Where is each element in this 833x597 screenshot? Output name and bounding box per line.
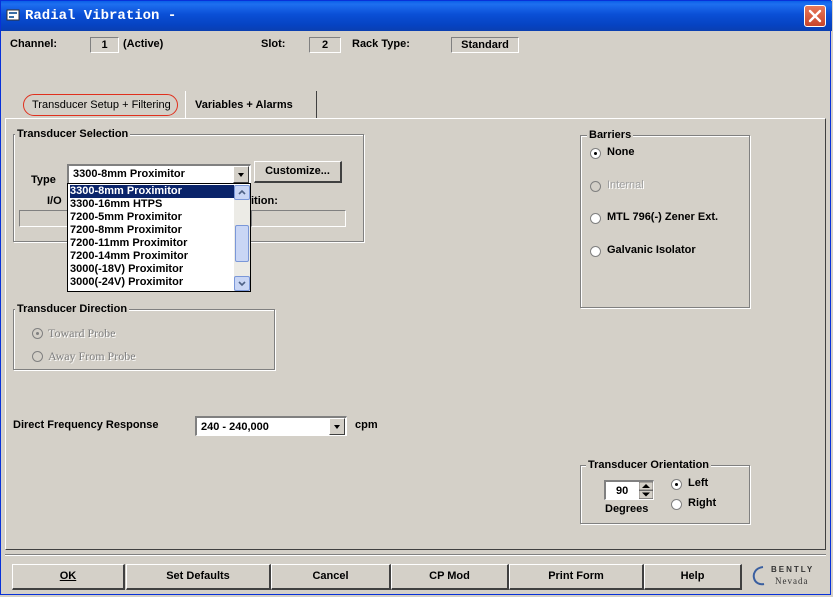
degrees-value: 90 (616, 485, 629, 497)
list-item[interactable]: 3000(-24V) Proximitor (70, 276, 234, 289)
radio-toward-probe[interactable] (32, 328, 43, 339)
radio-away-from-probe[interactable] (32, 351, 43, 362)
cp-mod-button-label: CP Mod (429, 570, 470, 582)
list-item[interactable]: 7200-8mm Proximitor (70, 224, 234, 237)
tab-variables-alarms[interactable]: Variables + Alarms (185, 91, 317, 118)
type-dropdown-arrow-icon[interactable] (233, 166, 249, 183)
position-label: ition: (251, 195, 278, 207)
frequency-label: Direct Frequency Response (13, 419, 159, 431)
frequency-value: 240 - 240,000 (201, 421, 269, 433)
barrier-galvanic-label: Galvanic Isolator (607, 244, 696, 256)
transducer-orientation-legend: Transducer Orientation (586, 459, 712, 471)
customize-button-label: Customize... (265, 165, 330, 177)
radio-orientation-right[interactable] (671, 499, 682, 510)
degrees-label: Degrees (605, 503, 649, 515)
set-defaults-button[interactable]: Set Defaults (126, 564, 271, 590)
radio-barrier-galvanic[interactable] (590, 246, 601, 257)
degrees-spinner[interactable]: 90 (604, 480, 654, 500)
footer-separator (5, 554, 826, 556)
orientation-left-label: Left (688, 477, 709, 489)
rack-type-label: Rack Type: (352, 38, 410, 50)
frequency-combobox[interactable]: 240 - 240,000 (195, 416, 347, 436)
channel-value-box: 1 (90, 37, 119, 53)
list-item[interactable]: 3300-8mm Proximitor (70, 185, 234, 198)
cancel-button[interactable]: Cancel (271, 564, 391, 590)
spin-buttons[interactable] (639, 482, 653, 499)
orientation-right-label: Right (688, 497, 717, 509)
frequency-unit: cpm (355, 419, 378, 431)
radio-barrier-mtl[interactable] (590, 213, 601, 224)
slot-value-box: 2 (309, 37, 341, 53)
list-item[interactable]: 7200-5mm Proximitor (70, 211, 234, 224)
transducer-selection-legend: Transducer Selection (15, 128, 131, 140)
tab-transducer-setup[interactable]: Transducer Setup + Filtering (20, 93, 180, 119)
transducer-direction-legend: Transducer Direction (15, 303, 130, 315)
barriers-legend: Barriers (587, 129, 634, 141)
scroll-down-button[interactable] (234, 276, 250, 291)
list-scrollbar[interactable] (234, 185, 250, 291)
scroll-thumb[interactable] (235, 225, 249, 262)
list-item[interactable]: 3000(-18V) Proximitor (70, 263, 234, 276)
tab-variables-alarms-label: Variables + Alarms (195, 99, 293, 111)
io-field (19, 210, 69, 227)
set-defaults-button-label: Set Defaults (166, 570, 230, 582)
barrier-none-label: None (607, 146, 635, 158)
logo-bottom-text: Nevada (775, 576, 809, 586)
channel-label: Channel: (10, 38, 58, 50)
app-icon (6, 9, 20, 21)
help-button-label: Help (680, 570, 705, 582)
customize-button[interactable]: Customize... (254, 161, 342, 183)
radio-barrier-internal[interactable] (590, 181, 601, 192)
ok-button[interactable]: OK (12, 564, 125, 590)
list-item[interactable]: 7200-14mm Proximitor (70, 250, 234, 263)
type-dropdown-list[interactable]: 3300-8mm Proximitor 3300-16mm HTPS 7200-… (67, 183, 251, 292)
radio-orientation-left[interactable] (671, 479, 682, 490)
slot-value: 2 (321, 39, 329, 51)
barrier-internal-label: Internal (607, 179, 644, 191)
logo-top-text: BENTLY (771, 565, 815, 574)
rack-type-value: Standard (461, 39, 509, 51)
type-combobox-value: 3300-8mm Proximitor (73, 168, 185, 180)
cp-mod-button[interactable]: CP Mod (391, 564, 509, 590)
slot-label: Slot: (261, 38, 286, 50)
close-icon (808, 9, 822, 23)
dialog-window: Radial Vibration - Channel: 1 (Active) S… (0, 0, 832, 595)
bently-swoosh-icon (752, 566, 765, 586)
type-label: Type (31, 174, 56, 186)
channel-status: (Active) (123, 38, 164, 50)
frequency-dropdown-arrow-icon[interactable] (329, 418, 345, 435)
io-label: I/O (47, 195, 62, 207)
toward-probe-label: Toward Probe (48, 326, 116, 340)
tab-transducer-setup-label: Transducer Setup + Filtering (32, 99, 171, 111)
window-title: Radial Vibration - (25, 8, 177, 24)
chevron-up-icon (238, 189, 246, 195)
bently-nevada-logo: BENTLY Nevada (749, 562, 827, 590)
close-button[interactable] (804, 5, 826, 27)
list-item[interactable]: 3300-16mm HTPS (70, 198, 234, 211)
barrier-mtl-label: MTL 796(-) Zener Ext. (607, 211, 719, 223)
print-form-button[interactable]: Print Form (509, 564, 644, 590)
scroll-up-button[interactable] (234, 185, 250, 200)
radio-barrier-none[interactable] (590, 148, 601, 159)
help-button[interactable]: Help (644, 564, 742, 590)
type-combobox[interactable]: 3300-8mm Proximitor (67, 164, 251, 184)
away-from-probe-label: Away From Probe (48, 349, 136, 363)
spinner-arrows-icon (639, 482, 653, 499)
rack-type-value-box: Standard (451, 37, 519, 53)
ok-button-label: OK (59, 570, 77, 582)
channel-value: 1 (101, 39, 108, 51)
chevron-down-icon (238, 281, 246, 287)
print-form-button-label: Print Form (548, 570, 604, 582)
title-bar[interactable]: Radial Vibration - (1, 1, 832, 31)
cancel-button-label: Cancel (312, 570, 349, 582)
position-field (251, 210, 346, 227)
list-item[interactable]: 7200-11mm Proximitor (70, 237, 234, 250)
